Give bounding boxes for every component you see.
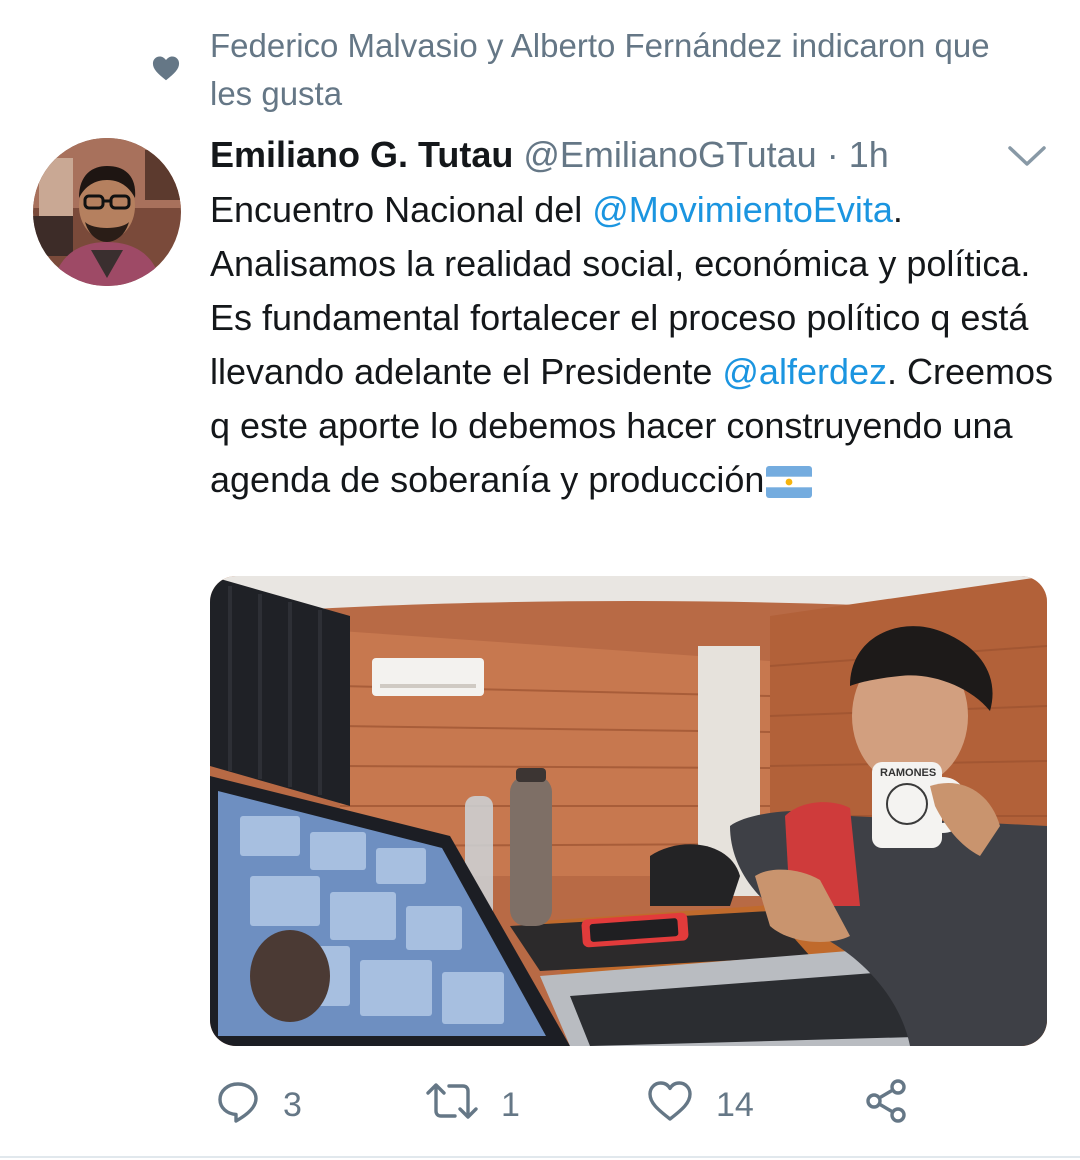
tweet-actions: 3 1 14	[210, 1075, 1050, 1135]
tweet-text-part: Encuentro Nacional del	[210, 189, 593, 230]
mention-link[interactable]: @alferdez	[722, 351, 887, 392]
tweet-text: Encuentro Nacional del @MovimientoEvita.…	[210, 183, 1060, 507]
like-action[interactable]: 14	[646, 1075, 754, 1135]
tweet-header: Emiliano G. Tutau @EmilianoGTutau · 1h	[210, 130, 889, 180]
retweet-action[interactable]: 1	[425, 1075, 520, 1135]
mention-link[interactable]: @MovimientoEvita	[592, 189, 893, 230]
chevron-down-icon[interactable]	[1004, 140, 1050, 170]
reply-count: 3	[283, 1085, 302, 1124]
like-count: 14	[716, 1085, 754, 1124]
timestamp[interactable]: 1h	[849, 134, 889, 175]
reply-action[interactable]: 3	[215, 1075, 302, 1135]
tweet[interactable]: Federico Malvasio y Alberto Fernández in…	[0, 0, 1080, 1160]
author-name[interactable]: Emiliano G. Tutau	[210, 134, 513, 175]
divider	[0, 1156, 1080, 1158]
share-action[interactable]	[862, 1075, 910, 1135]
retweet-icon[interactable]	[425, 1078, 479, 1133]
retweet-count: 1	[501, 1085, 520, 1124]
share-icon[interactable]	[862, 1078, 910, 1133]
author-handle[interactable]: @EmilianoGTutau	[523, 134, 816, 175]
mug-label: RAMONES	[880, 767, 936, 779]
heart-outline-icon[interactable]	[646, 1078, 694, 1133]
tweet-photo[interactable]: RAMONES	[210, 576, 1047, 1046]
argentina-flag-icon	[766, 459, 813, 498]
social-context-text: Federico Malvasio y Alberto Fernández in…	[210, 27, 990, 112]
separator: ·	[826, 134, 839, 175]
heart-icon	[150, 52, 182, 84]
reply-icon[interactable]	[215, 1078, 261, 1133]
avatar[interactable]	[33, 138, 181, 286]
